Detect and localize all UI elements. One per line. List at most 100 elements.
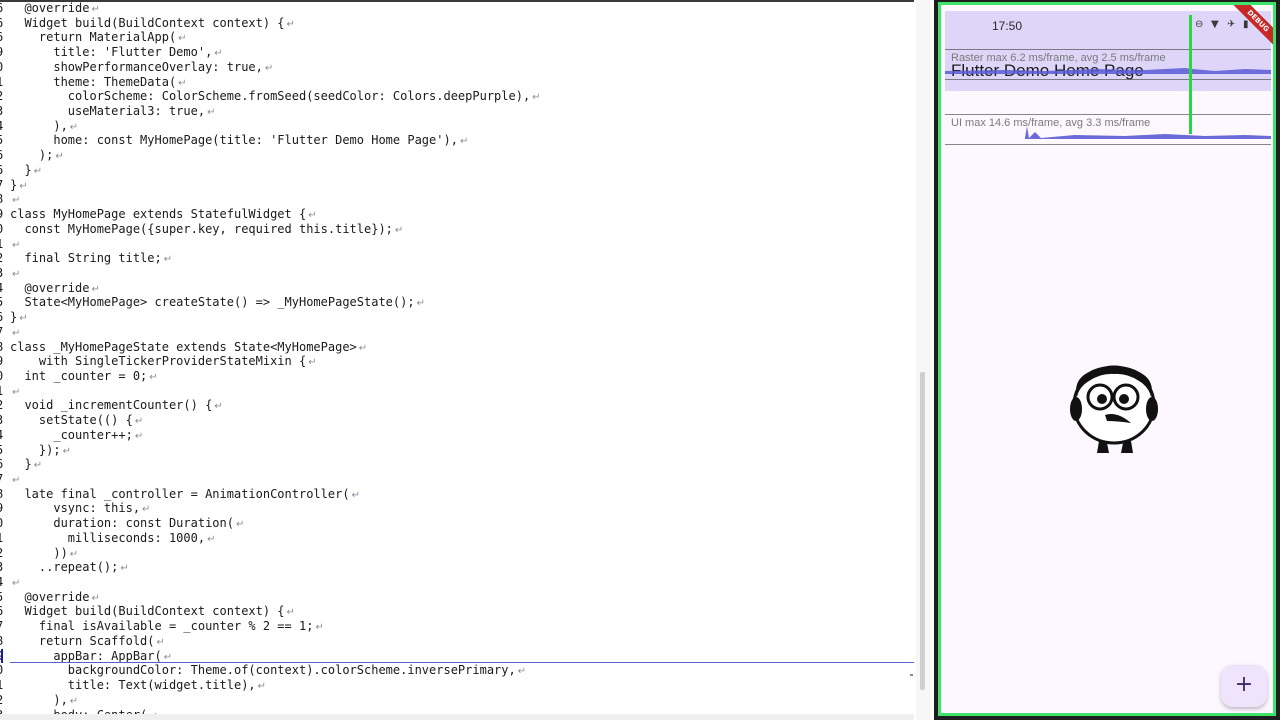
vertical-scrollbar-thumb[interactable] xyxy=(920,372,925,690)
line-end-marker: ↵ xyxy=(12,195,21,207)
code-line[interactable]: 6 return MaterialApp(↵ xyxy=(0,30,914,45)
code-line[interactable]: 6 }↵ xyxy=(0,457,914,472)
increment-fab[interactable]: + xyxy=(1221,665,1267,707)
line-number: 2 xyxy=(0,89,4,104)
line-end-marker: ↵ xyxy=(69,695,79,707)
line-number: 9 xyxy=(0,45,4,60)
code-content: final isAvailable = _counter % 2 == 1; xyxy=(10,619,314,634)
line-number: 0 xyxy=(0,516,4,531)
line-end-marker: ↵ xyxy=(91,592,100,604)
line-number: 0 xyxy=(0,369,4,384)
code-content: _counter++; xyxy=(10,427,133,442)
code-line[interactable]: 0 int _counter = 0;↵ xyxy=(0,369,914,384)
code-line[interactable]: 1↵ xyxy=(0,237,914,252)
code-content: milliseconds: 1000, xyxy=(10,530,206,545)
code-content: late final _controller = AnimationContro… xyxy=(10,486,350,501)
code-line[interactable]: 6 Widget build(BuildContext context) {↵ xyxy=(0,604,914,619)
line-number: 6 xyxy=(0,148,4,163)
code-content: int _counter = 0; xyxy=(10,368,148,383)
code-line[interactable]: 6 }↵ xyxy=(0,163,914,178)
line-end-marker: ↵ xyxy=(308,210,317,222)
code-content: title: Text(widget.title), xyxy=(10,678,256,693)
code-line[interactable]: 3↵ xyxy=(0,266,914,281)
line-end-marker: ↵ xyxy=(286,607,295,619)
code-line[interactable]: 5 });↵ xyxy=(0,443,914,458)
line-number: 8 xyxy=(0,634,4,649)
code-line[interactable]: 0 showPerformanceOverlay: true,↵ xyxy=(0,60,914,75)
line-end-marker: ↵ xyxy=(142,504,151,516)
status-clock: 17:50 xyxy=(992,19,1023,33)
line-number: 7 xyxy=(0,619,4,634)
code-line[interactable]: 1 title: Text(widget.title),↵ xyxy=(0,678,914,693)
code-line[interactable]: 4 _counter++;↵ xyxy=(0,428,914,443)
code-line[interactable]: 9 vsync: this,↵ xyxy=(0,501,914,516)
phone-screen[interactable]: 17:50 ⊖ ▼ ✈ ▮ DEBUG Flutter Demo Home Pa… xyxy=(938,2,1276,716)
code-line[interactable]: 9 with SingleTickerProviderStateMixin {↵ xyxy=(0,354,914,369)
code-content: State<MyHomePage> createState() => _MyHo… xyxy=(10,295,415,310)
code-line[interactable]: 0 backgroundColor: Theme.of(context).col… xyxy=(0,663,914,678)
code-line[interactable]: 2 void _incrementCounter() {↵ xyxy=(0,398,914,413)
code-line[interactable]: 5 @override↵ xyxy=(0,590,914,605)
code-line[interactable]: 8 class _MyHomePageState extends State<My… xyxy=(0,340,914,355)
code-content: ), xyxy=(10,692,68,707)
code-line[interactable]: 1 milliseconds: 1000,↵ xyxy=(0,531,914,546)
line-number: 1 xyxy=(0,75,4,90)
code-area[interactable]: 6 @override↵6 Widget build(BuildContext … xyxy=(0,1,914,720)
code-line[interactable]: 5 home: const MyHomePage(title: 'Flutter… xyxy=(0,133,914,148)
horizontal-scrollbar[interactable] xyxy=(0,714,914,720)
code-line[interactable]: 5 State<MyHomePage> createState() => _My… xyxy=(0,295,914,310)
code-line[interactable]: 7 final isAvailable = _counter % 2 == 1;… xyxy=(0,619,914,634)
line-end-marker: ↵ xyxy=(214,401,223,413)
line-end-marker: ↵ xyxy=(207,107,216,119)
code-line[interactable]: 8↵ xyxy=(0,192,914,207)
code-line[interactable]: 6 );↵ xyxy=(0,148,914,163)
line-number: 7 xyxy=(0,472,4,487)
code-line[interactable]: 2 final String title;↵ xyxy=(0,251,914,266)
code-line[interactable]: 4 @override↵ xyxy=(0,281,914,296)
code-line[interactable]: 4↵ xyxy=(0,575,914,590)
code-line[interactable]: 4 ),↵ xyxy=(0,119,914,134)
ui-performance-graph: UI max 14.6 ms/frame, avg 3.3 ms/frame xyxy=(945,114,1271,145)
code-content: } xyxy=(10,177,18,192)
line-number: 4 xyxy=(0,281,4,296)
line-end-marker: ↵ xyxy=(286,18,295,30)
code-line[interactable]: 9 appBar: AppBar(↵ xyxy=(0,648,914,664)
code-line[interactable]: 6 Widget build(BuildContext context) {↵ xyxy=(0,16,914,31)
code-line[interactable]: 2 ))↵ xyxy=(0,546,914,561)
line-end-marker: ↵ xyxy=(134,430,144,442)
code-line[interactable]: 1↵ xyxy=(0,384,914,399)
line-end-marker: ↵ xyxy=(517,666,527,678)
line-end-marker: ↵ xyxy=(12,386,21,398)
line-end-marker: ↵ xyxy=(91,4,100,15)
code-line[interactable]: 0 duration: const Duration(↵ xyxy=(0,516,914,531)
code-line[interactable]: 0 const MyHomePage({super.key, required … xyxy=(0,222,914,237)
code-line[interactable]: 6}↵ xyxy=(0,310,914,325)
code-line[interactable]: 8 return Scaffold(↵ xyxy=(0,634,914,649)
code-line[interactable]: 9 class MyHomePage extends StatefulWidget… xyxy=(0,207,914,222)
code-line[interactable]: 3 ..repeat();↵ xyxy=(0,560,914,575)
line-number: 4 xyxy=(0,119,4,134)
line-number: 1 xyxy=(0,237,4,252)
code-line[interactable]: 2 ),↵ xyxy=(0,693,914,708)
code-line[interactable]: 6 @override↵ xyxy=(0,1,914,16)
line-number: 1 xyxy=(0,531,4,546)
line-number: 8 xyxy=(0,192,4,207)
code-line[interactable]: 1 theme: ThemeData(↵ xyxy=(0,75,914,90)
code-line[interactable]: 7↵ xyxy=(0,472,914,487)
code-line[interactable]: 7}↵ xyxy=(0,178,914,193)
code-line[interactable]: 3 setState(() {↵ xyxy=(0,413,914,428)
code-editor[interactable]: 6 @override↵6 Widget build(BuildContext … xyxy=(0,0,930,720)
line-number: 3 xyxy=(0,266,4,281)
code-content: colorScheme: ColorScheme.fromSeed(seedCo… xyxy=(10,89,531,104)
code-line[interactable]: 2 colorScheme: ColorScheme.fromSeed(seed… xyxy=(0,89,914,104)
code-line[interactable]: 7↵ xyxy=(0,325,914,340)
code-line[interactable]: 3 useMaterial3: true,↵ xyxy=(0,104,914,119)
code-content: }); xyxy=(10,442,61,457)
code-line[interactable]: 9 title: 'Flutter Demo',↵ xyxy=(0,45,914,60)
line-end-marker: ↵ xyxy=(12,268,21,280)
line-number: 7 xyxy=(0,325,4,340)
code-line[interactable]: 8 late final _controller = AnimationCont… xyxy=(0,487,914,502)
line-number: 2 xyxy=(0,546,4,561)
code-content: } xyxy=(10,457,32,472)
code-content: vsync: this, xyxy=(10,501,141,516)
